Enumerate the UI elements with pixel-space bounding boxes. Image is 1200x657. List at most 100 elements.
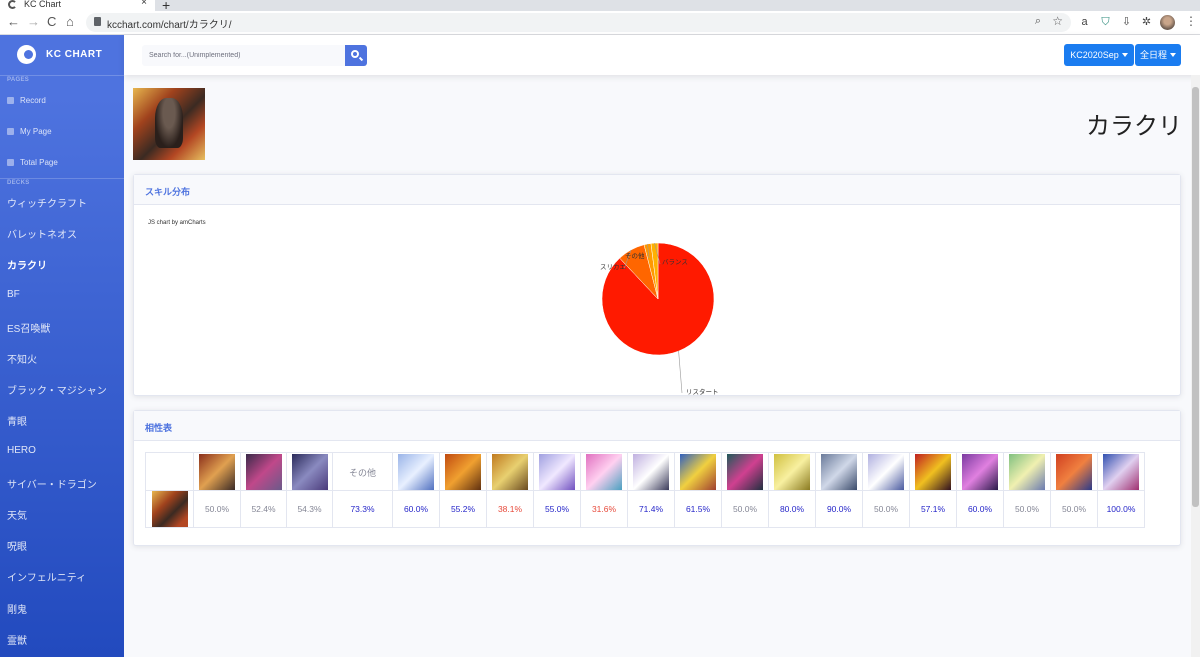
browser-menu-icon[interactable]: ⋮ bbox=[1185, 14, 1197, 28]
matchup-winrate-cell: 60.0% bbox=[956, 490, 1004, 528]
opponent-deck-thumbnail[interactable] bbox=[539, 453, 575, 490]
sidebar-deck-item[interactable]: 不知火 bbox=[7, 351, 37, 366]
search-button[interactable] bbox=[345, 45, 367, 66]
reload-icon[interactable]: C bbox=[47, 15, 56, 29]
user-icon bbox=[7, 128, 14, 135]
sidebar-divider bbox=[0, 178, 124, 179]
opponent-deck-thumbnail[interactable] bbox=[1056, 453, 1092, 490]
opponent-deck-thumbnail[interactable] bbox=[398, 453, 434, 490]
opponent-header-cell bbox=[768, 452, 816, 491]
sidebar-deck-item[interactable]: ブラック・マジシャン bbox=[7, 382, 107, 397]
browser-tab[interactable]: KC Chart × bbox=[0, 0, 155, 11]
bookmark-star-icon[interactable]: ☆ bbox=[1052, 14, 1063, 28]
sidebar-page-item[interactable]: My Page bbox=[7, 127, 52, 136]
scrollbar-thumb[interactable] bbox=[1192, 87, 1199, 507]
deck-image bbox=[133, 88, 205, 160]
opponent-header-cell bbox=[1050, 452, 1098, 491]
sidebar-divider bbox=[0, 75, 124, 76]
opponent-header-cell bbox=[580, 452, 628, 491]
opponent-deck-thumbnail[interactable] bbox=[868, 453, 904, 490]
pie-slice-label: リスタート bbox=[686, 389, 719, 396]
card-header: スキル分布 bbox=[134, 175, 1180, 205]
extension-a-icon[interactable]: a bbox=[1078, 15, 1091, 29]
opponent-header-cell bbox=[956, 452, 1004, 491]
opponent-deck-thumbnail[interactable] bbox=[291, 453, 328, 490]
paper-plane-icon bbox=[7, 97, 14, 104]
url-field[interactable]: kcchart.com/chart/カラクリ/ ⌕ ☆ bbox=[86, 13, 1071, 32]
matchup-winrate-cell: 50.0% bbox=[862, 490, 910, 528]
sidebar-deck-item[interactable]: 剛鬼 bbox=[7, 601, 27, 616]
matchup-winrate-cell: 100.0% bbox=[1097, 490, 1145, 528]
opponent-deck-thumbnail[interactable] bbox=[680, 453, 716, 490]
sidebar-deck-item[interactable]: サイバー・ドラゴン bbox=[7, 476, 97, 491]
lock-icon bbox=[94, 17, 101, 26]
matchup-winrate-cell: 73.3% bbox=[332, 490, 393, 528]
back-icon[interactable]: ← bbox=[7, 15, 20, 29]
pages-heading: PAGES bbox=[7, 77, 30, 83]
matchup-card: 相性表 その他 50.0% 52.4% 54.3% 73.3% 60.0% 55.2% 38… bbox=[133, 410, 1181, 546]
table-row: その他 bbox=[145, 452, 1145, 491]
address-bar: ← → C ⌂ kcchart.com/chart/カラクリ/ ⌕ ☆ a ⛉ … bbox=[0, 11, 1200, 35]
opponent-header-cell bbox=[862, 452, 910, 491]
card-title: スキル分布 bbox=[145, 187, 191, 197]
sidebar-deck-item[interactable]: 呪眼 bbox=[7, 538, 27, 553]
page-scrollbar[interactable] bbox=[1191, 75, 1200, 657]
brand-logo-icon bbox=[17, 45, 36, 64]
sidebar-deck-item[interactable]: ES召喚獣 bbox=[7, 320, 50, 335]
home-icon[interactable]: ⌂ bbox=[66, 15, 74, 29]
range-dropdown[interactable]: 全日程 bbox=[1135, 44, 1181, 66]
opponent-header-cell bbox=[286, 452, 333, 491]
opponent-header-cell: その他 bbox=[332, 452, 393, 491]
sidebar-page-item[interactable]: Record bbox=[7, 96, 46, 105]
sidebar-deck-item[interactable]: バレットネオス bbox=[7, 226, 77, 241]
opponent-header-cell bbox=[392, 452, 440, 491]
profile-avatar[interactable] bbox=[1160, 15, 1175, 30]
opponent-deck-thumbnail[interactable] bbox=[245, 453, 282, 490]
zoom-icon[interactable]: ⌕ bbox=[1035, 15, 1041, 28]
sidebar-deck-item[interactable]: 青眼 bbox=[7, 413, 27, 428]
forward-icon[interactable]: → bbox=[27, 15, 40, 29]
sidebar-item-label: Record bbox=[20, 96, 46, 105]
opponent-deck-thumbnail[interactable] bbox=[962, 453, 998, 490]
opponent-deck-thumbnail[interactable] bbox=[915, 453, 951, 490]
extension-shield-icon[interactable]: ⛉ bbox=[1099, 15, 1112, 29]
card-title: 相性表 bbox=[145, 423, 173, 433]
sidebar-deck-item[interactable]: カラクリ bbox=[7, 257, 47, 272]
search-input[interactable] bbox=[142, 45, 345, 66]
sidebar-deck-item[interactable]: HERO bbox=[7, 445, 36, 456]
opponent-header-cell bbox=[533, 452, 581, 491]
opponent-header-cell bbox=[1097, 452, 1145, 491]
season-dropdown-label: KC2020Sep bbox=[1070, 50, 1119, 60]
opponent-deck-thumbnail[interactable] bbox=[727, 453, 763, 490]
opponent-deck-thumbnail[interactable] bbox=[774, 453, 810, 490]
sidebar-deck-item[interactable]: BF bbox=[7, 289, 20, 300]
sidebar-deck-item[interactable]: インフェルニティ bbox=[7, 569, 86, 584]
extension-download-icon[interactable]: ⇩ bbox=[1120, 15, 1133, 29]
matchup-winrate-cell: 50.0% bbox=[193, 490, 241, 528]
opponent-deck-thumbnail[interactable] bbox=[199, 453, 235, 490]
sidebar-page-item[interactable]: Total Page bbox=[7, 158, 58, 167]
season-dropdown[interactable]: KC2020Sep bbox=[1064, 44, 1134, 66]
sidebar-deck-item[interactable]: 霊獣 bbox=[7, 632, 27, 647]
opponent-deck-thumbnail[interactable] bbox=[633, 453, 669, 490]
matchup-winrate-cell: 90.0% bbox=[815, 490, 863, 528]
opponent-deck-thumbnail[interactable] bbox=[492, 453, 528, 490]
tab-close-icon[interactable]: × bbox=[141, 0, 147, 8]
search-icon bbox=[351, 50, 359, 58]
pie-slice-label: スリカエ bbox=[600, 264, 626, 271]
opponent-header-cell bbox=[439, 452, 487, 491]
opponent-header-cell bbox=[240, 452, 287, 491]
opponent-deck-thumbnail[interactable] bbox=[445, 453, 481, 490]
decks-heading: DECKS bbox=[7, 180, 30, 186]
deck-title: カラクリ bbox=[1086, 113, 1182, 140]
table-row: 50.0% 52.4% 54.3% 73.3% 60.0% 55.2% 38.1% 55.0%… bbox=[145, 490, 1145, 528]
opponent-deck-thumbnail[interactable] bbox=[586, 453, 622, 490]
matchup-winrate-cell: 50.0% bbox=[721, 490, 769, 528]
opponent-deck-thumbnail[interactable] bbox=[821, 453, 857, 490]
opponent-deck-thumbnail[interactable] bbox=[1103, 453, 1139, 490]
sidebar-deck-item[interactable]: ウィッチクラフト bbox=[7, 195, 87, 210]
extensions-puzzle-icon[interactable]: ✲ bbox=[1140, 15, 1153, 29]
opponent-deck-thumbnail[interactable] bbox=[1009, 453, 1045, 490]
sidebar-deck-item[interactable]: 天気 bbox=[7, 507, 27, 522]
chevron-down-icon bbox=[1121, 53, 1128, 57]
